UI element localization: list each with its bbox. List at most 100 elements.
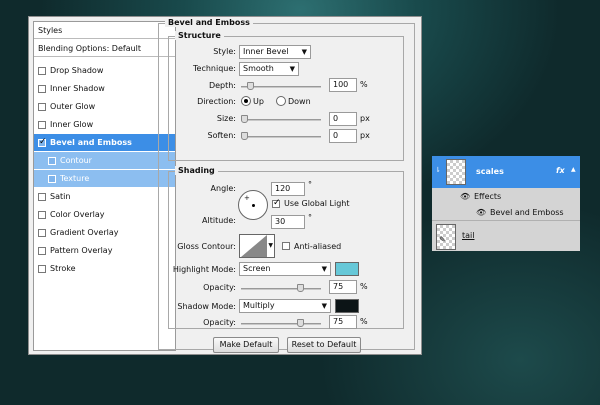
altitude-label: Altitude: — [202, 216, 236, 225]
highlight-opacity-input[interactable]: 75 — [329, 280, 357, 294]
layer-row-scales[interactable]: ⇂ scales fx ▲ — [432, 156, 580, 188]
brush-icon: ✎ — [439, 235, 446, 244]
angle-dial[interactable]: + — [238, 190, 268, 220]
expand-arrow-icon[interactable]: ⇂ — [435, 166, 441, 174]
structure-legend: Structure — [175, 31, 224, 40]
layer-style-dialog: Styles Blending Options: Default Drop Sh… — [28, 16, 422, 355]
style-item-satin[interactable]: Satin — [34, 188, 175, 205]
checkbox[interactable] — [38, 120, 46, 129]
checkbox[interactable] — [38, 210, 46, 219]
highlight-opacity-slider[interactable] — [241, 284, 321, 292]
style-select[interactable]: Inner Bevel ▼ — [239, 45, 311, 59]
chevron-down-icon: ▼ — [321, 265, 327, 273]
size-slider[interactable] — [241, 115, 321, 123]
highlight-opacity-label: Opacity: — [203, 283, 236, 292]
soften-input[interactable]: 0 — [329, 129, 357, 143]
make-default-button[interactable]: Make Default — [213, 337, 279, 353]
shadow-opacity-input[interactable]: 75 — [329, 315, 357, 329]
shadow-opacity-label: Opacity: — [203, 318, 236, 327]
style-item-color-overlay[interactable]: Color Overlay — [34, 206, 175, 223]
anti-aliased-checkbox[interactable] — [282, 242, 290, 250]
size-label: Size: — [216, 114, 236, 123]
direction-down-radio[interactable] — [276, 96, 286, 106]
eye-icon[interactable]: 👁 — [460, 192, 470, 201]
style-item-gradient-overlay[interactable]: Gradient Overlay — [34, 224, 175, 241]
style-item-outer-glow[interactable]: Outer Glow — [34, 98, 175, 115]
use-global-light-checkbox[interactable]: ✓ — [272, 198, 281, 208]
checkmark-icon: ✓ — [39, 136, 47, 147]
depth-unit: % — [360, 80, 368, 89]
checkbox[interactable] — [38, 84, 46, 93]
style-item-contour[interactable]: Contour — [34, 152, 175, 169]
checkbox-checked[interactable]: ✓ — [38, 136, 47, 147]
blending-options-item[interactable]: Blending Options: Default — [34, 40, 175, 57]
style-item-inner-shadow[interactable]: Inner Shadow — [34, 80, 175, 97]
direction-down-label: Down — [288, 97, 311, 106]
style-item-stroke[interactable]: Stroke — [34, 260, 175, 277]
highlight-color-swatch[interactable] — [335, 262, 359, 276]
style-item-inner-glow[interactable]: Inner Glow — [34, 116, 175, 133]
styles-list-panel: Styles Blending Options: Default Drop Sh… — [33, 21, 176, 351]
checkbox[interactable] — [38, 264, 46, 273]
depth-input[interactable]: 100 — [329, 78, 357, 92]
angle-label: Angle: — [210, 184, 236, 193]
shading-legend: Shading — [175, 166, 218, 175]
direction-up-radio[interactable] — [241, 96, 251, 106]
altitude-input[interactable]: 30 — [271, 215, 305, 229]
slider-thumb[interactable] — [247, 82, 254, 90]
layer-row-tail[interactable]: ✎ tail — [432, 222, 580, 251]
direction-up-label: Up — [253, 97, 264, 106]
styles-header[interactable]: Styles — [34, 22, 175, 39]
technique-label: Technique: — [193, 64, 236, 73]
chevron-down-icon: ▼ — [268, 242, 273, 249]
slider-thumb[interactable] — [297, 319, 304, 327]
structure-group: Structure Style: Inner Bevel ▼ Technique:… — [168, 31, 404, 161]
style-item-pattern-overlay[interactable]: Pattern Overlay — [34, 242, 175, 259]
slider-thumb[interactable] — [297, 284, 304, 292]
effects-label: Effects — [474, 192, 502, 201]
style-item-texture[interactable]: Texture — [34, 170, 175, 187]
layer-name-scales[interactable]: scales — [476, 167, 504, 176]
checkmark-icon: ✓ — [273, 198, 281, 208]
shadow-opacity-slider[interactable] — [241, 319, 321, 327]
collapse-arrow-icon[interactable]: ▲ — [571, 166, 576, 173]
layer-bevel-effect-row[interactable]: 👁 Bevel and Emboss — [432, 205, 580, 221]
checkbox[interactable] — [38, 228, 46, 237]
shadow-color-swatch[interactable] — [335, 299, 359, 313]
anti-aliased-label: Anti-aliased — [294, 242, 342, 251]
soften-label: Soften: — [207, 131, 236, 140]
size-input[interactable]: 0 — [329, 112, 357, 126]
style-item-drop-shadow[interactable]: Drop Shadow — [34, 62, 175, 79]
highlight-mode-select[interactable]: Screen ▼ — [239, 262, 331, 276]
checkbox[interactable] — [38, 102, 46, 111]
checkbox[interactable] — [38, 192, 46, 201]
technique-select[interactable]: Smooth ▼ — [239, 62, 299, 76]
direction-label: Direction: — [197, 97, 236, 106]
style-label: Style: — [213, 47, 236, 56]
style-item-bevel-emboss[interactable]: ✓ Bevel and Emboss — [34, 134, 175, 151]
bevel-emboss-title: Bevel and Emboss — [165, 18, 253, 27]
gloss-contour-label: Gloss Contour: — [177, 242, 236, 251]
checkbox[interactable] — [48, 156, 56, 165]
checkbox[interactable] — [38, 246, 46, 255]
shadow-mode-label: Shadow Mode: — [177, 302, 236, 311]
eye-icon[interactable]: 👁 — [476, 208, 486, 217]
size-unit: px — [360, 114, 370, 123]
checkbox[interactable] — [38, 66, 46, 75]
shadow-mode-select[interactable]: Multiply ▼ — [239, 299, 331, 313]
shadow-opacity-unit: % — [360, 317, 368, 326]
slider-thumb[interactable] — [241, 115, 248, 123]
layer-effects-row[interactable]: 👁 Effects — [432, 189, 580, 205]
angle-input[interactable]: 120 — [271, 182, 305, 196]
layer-name-tail[interactable]: tail — [462, 231, 474, 240]
slider-thumb[interactable] — [241, 132, 248, 140]
angle-light-point-icon: + — [244, 194, 250, 202]
fx-icon[interactable]: fx — [556, 166, 565, 175]
reset-to-default-button[interactable]: Reset to Default — [287, 337, 361, 353]
depth-slider[interactable] — [241, 82, 321, 90]
checkbox[interactable] — [48, 174, 56, 183]
highlight-mode-label: Highlight Mode: — [172, 265, 236, 274]
shading-group: Shading Angle: + 120 ° ✓ Use Global Ligh… — [168, 166, 404, 329]
gloss-contour-picker[interactable]: ▼ — [239, 234, 275, 258]
soften-slider[interactable] — [241, 132, 321, 140]
